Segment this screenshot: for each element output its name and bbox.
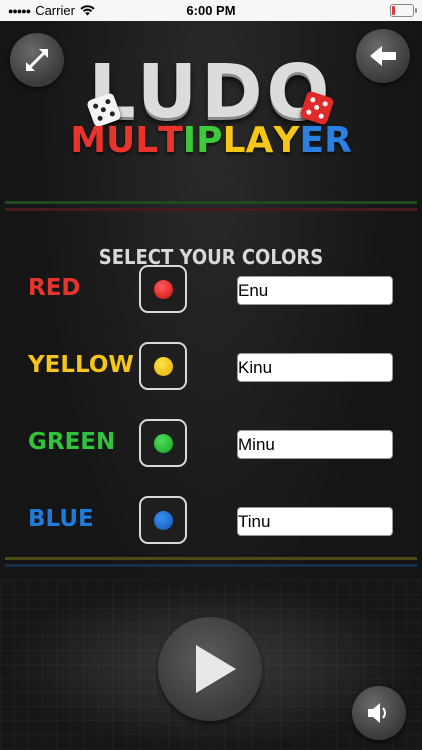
speaker-icon (368, 703, 386, 723)
divider-blue (5, 564, 417, 567)
play-button[interactable] (158, 617, 262, 721)
title-multiplayer: MULTIPLAYER (0, 120, 422, 161)
color-select-blue[interactable] (139, 496, 187, 544)
player-name-input-yellow[interactable] (237, 353, 393, 382)
status-time: 6:00 PM (186, 3, 236, 18)
title-letter: T (158, 120, 183, 161)
sound-button[interactable] (352, 686, 406, 740)
color-label-red: RED (28, 275, 81, 301)
battery-icon (390, 4, 417, 17)
game-screen: LUDO MULTIPLAYER SELECT YOUR COLORS RED … (0, 21, 422, 750)
player-name-input-green[interactable] (237, 430, 393, 459)
player-row-green: GREEN (0, 419, 422, 469)
title-letter: I (182, 120, 197, 161)
title-letter: M (70, 120, 107, 161)
play-icon (196, 645, 236, 693)
divider-yellow (5, 557, 417, 560)
status-bar: ●●●●● Carrier 6:00 PM (0, 0, 422, 21)
player-row-yellow: YELLOW (0, 342, 422, 392)
color-select-red[interactable] (139, 265, 187, 313)
blue-dot (154, 511, 173, 530)
player-row-blue: BLUE (0, 496, 422, 546)
color-select-green[interactable] (139, 419, 187, 467)
divider-green (5, 201, 417, 204)
title-letter: Y (273, 120, 300, 161)
player-name-input-blue[interactable] (237, 507, 393, 536)
title-letter: L (135, 120, 159, 161)
yellow-dot (154, 357, 173, 376)
title-letter: E (299, 120, 325, 161)
player-row-red: RED (0, 265, 422, 315)
title-letter: A (245, 120, 274, 161)
color-label-green: GREEN (28, 429, 116, 455)
red-dot (154, 280, 173, 299)
color-label-blue: BLUE (28, 506, 94, 532)
title-letter: U (106, 120, 136, 161)
title-letter: P (196, 120, 223, 161)
color-label-yellow: YELLOW (28, 352, 134, 378)
player-name-input-red[interactable] (237, 276, 393, 305)
title-letter: R (324, 120, 352, 161)
divider-red (5, 208, 417, 211)
color-select-yellow[interactable] (139, 342, 187, 390)
title-letter: L (222, 120, 246, 161)
green-dot (154, 434, 173, 453)
